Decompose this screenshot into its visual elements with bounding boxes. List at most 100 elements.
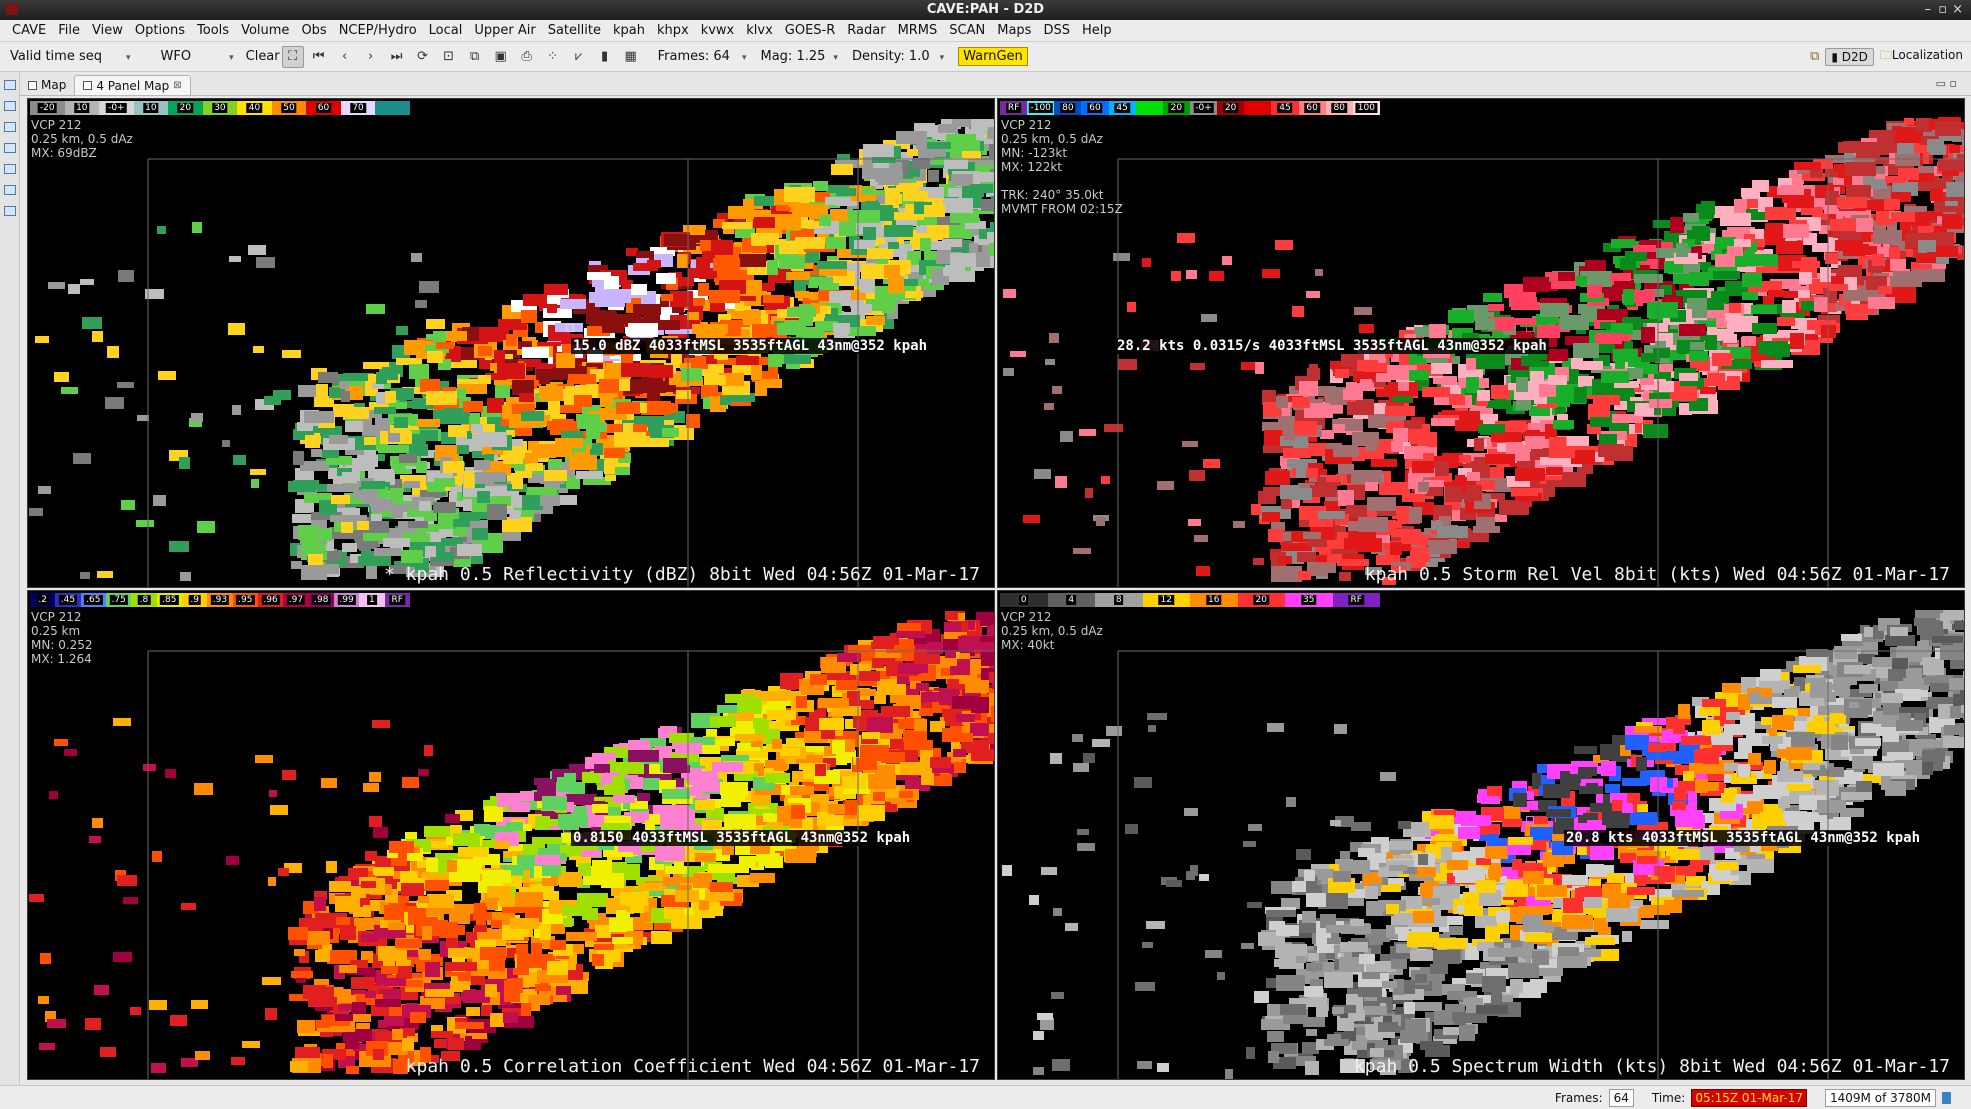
data-scaling-icon[interactable]: ⧉	[464, 46, 486, 68]
close-tab-icon[interactable]: ⊠	[173, 80, 181, 91]
menu-mrms[interactable]: MRMS	[892, 23, 944, 38]
info-line: MX: 1.264	[31, 652, 92, 666]
radar-bin	[152, 851, 162, 862]
view-icon[interactable]	[4, 101, 16, 111]
time-mode-select[interactable]: Valid time seq ▾	[10, 49, 131, 64]
panel-correlation-coefficient[interactable]: .2.45.65.75.8.85.9.93.95.96.97.98.99 1 RF …	[27, 590, 995, 1080]
radar-bin	[1790, 333, 1804, 349]
baselines-icon[interactable]: ⩗	[568, 46, 590, 68]
radar-bin	[989, 672, 994, 683]
frames-select[interactable]: Frames: 64 ▾	[658, 49, 747, 64]
tab-4-panel-map[interactable]: 4 Panel Map ⊠	[74, 75, 191, 95]
panel-storm-rel-vel[interactable]: RF -100 80 60 45 20 -0+ 20 45 60 80 100 VCP 212 0.25…	[997, 98, 1965, 588]
radar-bin	[345, 1039, 359, 1049]
info-line: MN: 0.252	[31, 638, 93, 652]
menu-options[interactable]: Options	[129, 23, 191, 38]
colorbar-segment: 30	[202, 101, 238, 115]
menu-cave[interactable]: CAVE	[6, 23, 52, 38]
menu-kpah[interactable]: kpah	[607, 23, 651, 38]
minimize-maximize-icon[interactable]: ▭ ▫	[1936, 77, 1957, 90]
radar-bin	[987, 232, 994, 243]
menu-help[interactable]: Help	[1076, 23, 1118, 38]
radar-bin	[1296, 467, 1306, 478]
product-legend[interactable]: * kpah 0.5 Reflectivity (dBZ) 8bit Wed 0…	[384, 564, 980, 585]
first-frame-icon[interactable]: ⏮	[308, 46, 330, 68]
menu-obs[interactable]: Obs	[295, 23, 332, 38]
localization-perspective-button[interactable]: 🗀Localization	[1880, 46, 1963, 67]
menu-file[interactable]: File	[52, 23, 86, 38]
radar-bin	[647, 391, 660, 401]
panel-reflectivity[interactable]: -20 10 -0+ 10 20 30 40 50 60 70 VCP 212 0.25 km, 0…	[27, 98, 995, 588]
product-legend[interactable]: kpah 0.5 Correlation Coefficient Wed 04:…	[406, 1056, 980, 1077]
radar-bin	[1499, 500, 1529, 515]
radar-bin	[1305, 443, 1326, 456]
tab-map[interactable]: Map	[20, 75, 74, 95]
menu-khpx[interactable]: khpx	[651, 23, 695, 38]
radar-bin	[448, 425, 469, 437]
menu-satellite[interactable]: Satellite	[542, 23, 607, 38]
product-legend[interactable]: kpah 0.5 Storm Rel Vel 8bit (kts) Wed 04…	[1365, 564, 1950, 585]
close-icon[interactable]: ×	[1952, 0, 1963, 20]
radar-bin	[994, 655, 995, 671]
menu-klvx[interactable]: klvx	[740, 23, 779, 38]
radar-bin	[981, 651, 994, 666]
view-icon[interactable]	[4, 206, 16, 216]
view-icon[interactable]	[4, 80, 16, 90]
menu-radar[interactable]: Radar	[841, 23, 891, 38]
menu-upper-air[interactable]: Upper Air	[468, 23, 541, 38]
radar-bin	[291, 971, 313, 978]
pan-tool-icon[interactable]: ⛶	[281, 45, 304, 68]
single-panel-icon[interactable]: ▮	[594, 46, 616, 68]
radar-bin	[29, 894, 44, 902]
zoom-icon[interactable]: ⊡	[438, 46, 460, 68]
radar-bin	[191, 1000, 208, 1009]
radar-bin	[990, 625, 994, 633]
four-panel-icon[interactable]: ▦	[620, 46, 642, 68]
menu-tools[interactable]: Tools	[191, 23, 235, 38]
radar-bin	[1335, 369, 1349, 378]
loop-icon[interactable]: ⟳	[412, 46, 434, 68]
radar-bin	[329, 881, 351, 892]
view-icon[interactable]	[4, 143, 16, 153]
menu-maps[interactable]: Maps	[991, 23, 1037, 38]
menu-dss[interactable]: DSS	[1037, 23, 1076, 38]
density-select[interactable]: Density: 1.0 ▾	[852, 49, 944, 64]
image-properties-icon[interactable]: ▣	[490, 46, 512, 68]
print-icon[interactable]: ⎙	[516, 46, 538, 68]
mag-select[interactable]: Mag: 1.25 ▾	[761, 49, 838, 64]
menu-scan[interactable]: SCAN	[943, 23, 991, 38]
d2d-perspective-button[interactable]: ▮ D2D	[1825, 47, 1874, 66]
minimize-icon[interactable]: –	[1925, 0, 1932, 20]
view-icon[interactable]	[4, 164, 16, 174]
radar-bin	[720, 738, 735, 746]
radar-bin	[1734, 199, 1747, 213]
radar-bin	[1643, 424, 1668, 438]
scale-select[interactable]: WFO ▾	[161, 49, 234, 64]
radar-bin	[1765, 207, 1796, 220]
radar-bin	[229, 256, 241, 262]
warngen-button[interactable]: WarnGen	[958, 47, 1028, 66]
menu-local[interactable]: Local	[423, 23, 469, 38]
step-back-icon[interactable]: ‹	[334, 46, 356, 68]
radar-bin	[1368, 414, 1388, 428]
view-icon[interactable]	[4, 122, 16, 132]
menu-view[interactable]: View	[86, 23, 129, 38]
colorbar-label: .2	[36, 595, 49, 605]
menu-volume[interactable]: Volume	[235, 23, 295, 38]
radar-bin	[455, 1022, 484, 1029]
clear-button[interactable]: Clear	[246, 49, 280, 64]
radar-bin	[1838, 142, 1865, 153]
maximize-icon[interactable]: ▫	[1938, 0, 1947, 20]
step-forward-icon[interactable]: ›	[360, 46, 382, 68]
panel-spectrum-width[interactable]: 0 4 8 12 16 20 35 RF VCP 212 0.25 km, 0.5 dAz MX:…	[997, 590, 1965, 1080]
menu-kvwx[interactable]: kvwx	[695, 23, 741, 38]
points-icon[interactable]: ⁘	[542, 46, 564, 68]
last-frame-icon[interactable]: ⏭	[386, 46, 408, 68]
menu-ncep-hydro[interactable]: NCEP/Hydro	[333, 23, 423, 38]
open-perspective-icon[interactable]: ⧉	[1810, 49, 1819, 64]
menu-goes-r[interactable]: GOES-R	[779, 23, 842, 38]
radar-bin	[494, 841, 509, 849]
radar-bin	[1523, 277, 1549, 292]
radar-bin	[599, 379, 619, 393]
view-icon[interactable]	[4, 185, 16, 195]
